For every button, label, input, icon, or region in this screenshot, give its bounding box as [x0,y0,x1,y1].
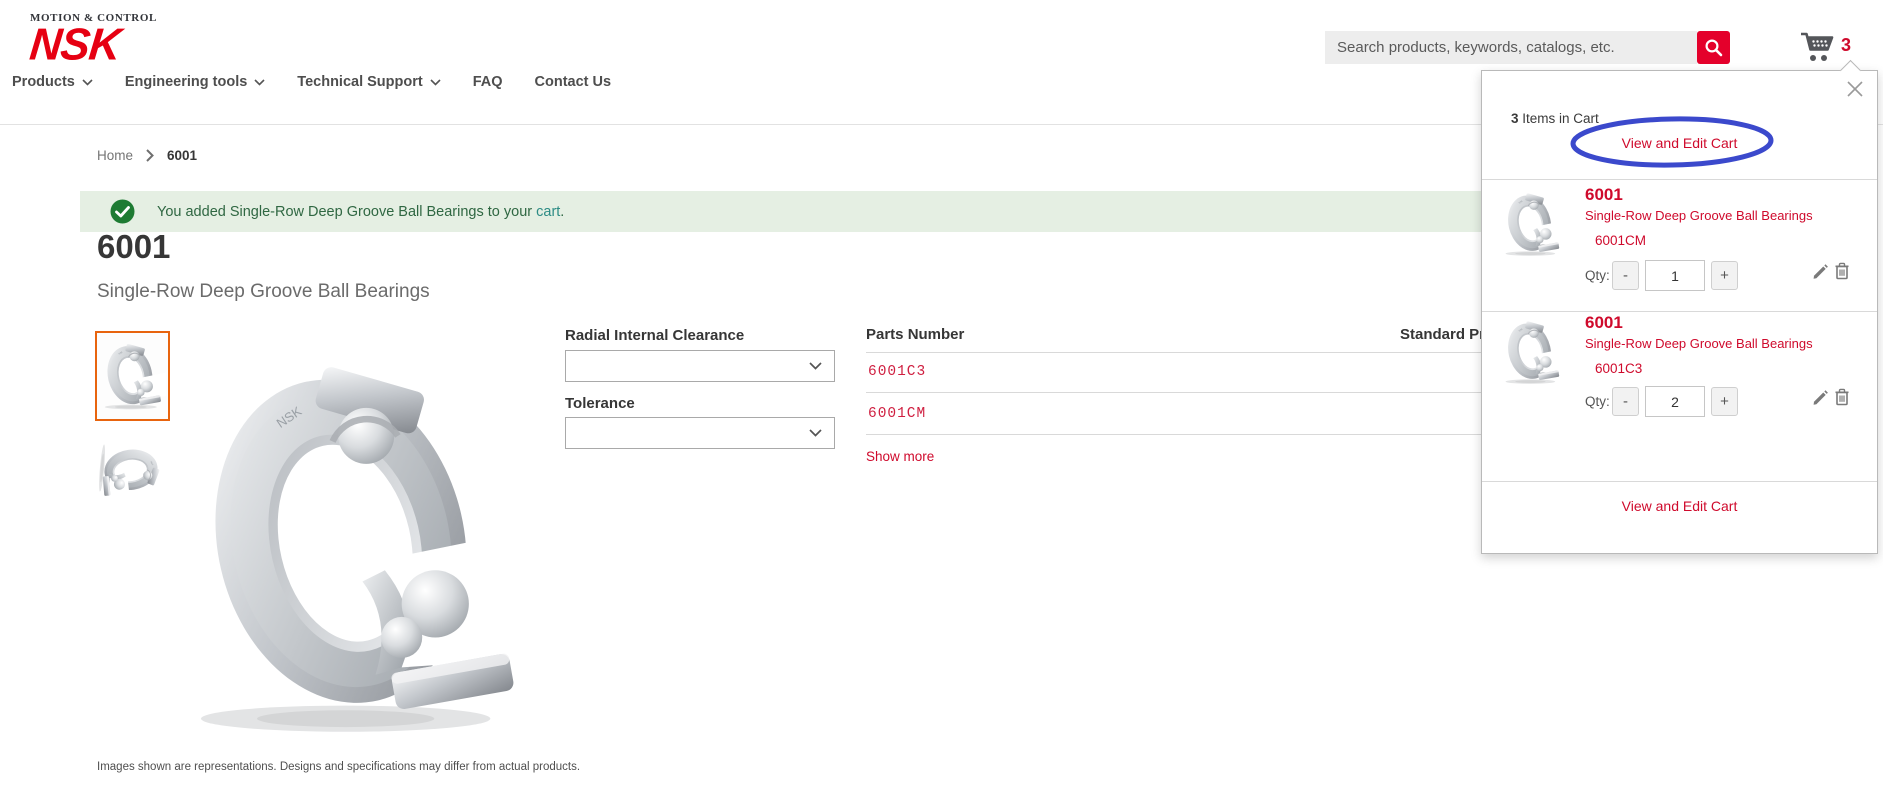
popup-divider [1482,311,1877,312]
items-count-number: 3 [1511,111,1519,126]
nav-technical-support-label: Technical Support [297,74,423,90]
logo-brand: NSK [27,19,123,70]
cart-icon[interactable] [1799,31,1835,63]
nav-products-label: Products [12,74,75,90]
cart-item-subtitle: Single-Row Deep Groove Ball Bearings [1585,336,1813,351]
nav-technical-support[interactable]: Technical Support [297,74,441,90]
chevron-down-icon [809,362,822,370]
view-and-edit-cart-link-top[interactable]: View and Edit Cart [1482,135,1877,151]
bearing-thumbnail-image [99,335,166,417]
cart-link[interactable]: cart [536,204,560,220]
cart-item-part-number: 6001CM [1595,233,1647,248]
success-message-text: You added Single-Row Deep Groove Ball Be… [157,203,537,220]
show-more-link[interactable]: Show more [866,449,934,464]
check-circle-icon [110,199,135,224]
nav-contact-us-label: Contact Us [534,74,612,90]
cart-item-thumbnail [1500,189,1564,259]
remove-item-button[interactable] [1832,261,1852,281]
chevron-right-icon [146,149,154,162]
product-thumbnail-2[interactable] [96,440,164,504]
cart-item-title[interactable]: 6001 [1585,313,1623,333]
chevron-down-icon [254,78,265,86]
column-header-standard-price: Standard Pri [1400,326,1490,343]
qty-decrease-button[interactable]: - [1612,387,1639,416]
items-count-text: Items in Cart [1518,111,1599,126]
close-icon[interactable] [1845,79,1865,99]
trash-icon [1835,262,1849,280]
cart-item-title[interactable]: 6001 [1585,185,1623,205]
page: MOTION & CONTROL NSK Products Engineerin… [0,0,1883,786]
qty-input[interactable] [1645,386,1705,417]
part-number-link[interactable]: 6001C3 [868,364,926,380]
qty-increase-button[interactable]: + [1711,261,1738,290]
clearance-label: Radial Internal Clearance [565,327,745,344]
chevron-down-icon [809,429,822,437]
items-in-cart-count: 3 Items in Cart [1511,111,1599,126]
nav-faq[interactable]: FAQ [473,74,503,90]
tolerance-label: Tolerance [565,395,635,412]
page-subtitle: Single-Row Deep Groove Ball Bearings [97,281,430,302]
column-header-parts-number: Parts Number [866,326,965,343]
view-and-edit-cart-link-bottom[interactable]: View and Edit Cart [1482,498,1877,514]
trash-icon [1835,388,1849,406]
nav-engineering-tools-label: Engineering tools [124,74,248,90]
qty-input[interactable] [1645,260,1705,291]
product-main-image [158,350,552,742]
qty-label: Qty: [1585,394,1610,409]
edit-item-button[interactable] [1810,263,1830,283]
qty-decrease-button[interactable]: - [1612,261,1639,290]
popup-divider [1482,481,1877,482]
success-message-period: . [560,203,565,220]
breadcrumb-current: 6001 [167,148,198,163]
nav-faq-label: FAQ [472,74,503,90]
minicart-popup: 3 Items in Cart View and Edit Cart 6001 … [1481,70,1878,554]
pencil-icon [1813,264,1828,279]
bearing-thumbnail-image [96,440,164,504]
chevron-down-icon [82,78,93,86]
nav-products[interactable]: Products [12,74,93,90]
part-number-link[interactable]: 6001CM [868,406,926,422]
chevron-down-icon [430,78,441,86]
success-message: You added Single-Row Deep Groove Ball Be… [157,204,564,220]
breadcrumb: Home 6001 [97,148,197,163]
search-input[interactable] [1325,31,1697,64]
image-disclaimer: Images shown are representations. Design… [97,761,581,773]
cart-item-thumbnail [1500,317,1564,387]
popup-divider [1482,179,1877,180]
pencil-icon [1813,390,1828,405]
cart-count-badge[interactable]: 3 [1841,35,1851,56]
clearance-select[interactable] [565,350,835,382]
cart-item-subtitle: Single-Row Deep Groove Ball Bearings [1585,208,1813,223]
nsk-logo[interactable]: MOTION & CONTROL NSK [27,12,157,70]
bearing-photo [158,350,552,742]
main-nav: Products Engineering tools Technical Sup… [12,74,611,90]
search-icon [1705,39,1723,57]
nav-engineering-tools[interactable]: Engineering tools [125,74,265,90]
qty-increase-button[interactable]: + [1711,387,1738,416]
search-button[interactable] [1697,31,1730,64]
cart-item-part-number: 6001C3 [1595,361,1643,376]
page-title: 6001 [97,228,171,265]
tolerance-select[interactable] [565,417,835,449]
breadcrumb-home[interactable]: Home [97,148,133,163]
nav-contact-us[interactable]: Contact Us [535,74,612,90]
remove-item-button[interactable] [1832,387,1852,407]
edit-item-button[interactable] [1810,389,1830,409]
qty-label: Qty: [1585,268,1610,283]
